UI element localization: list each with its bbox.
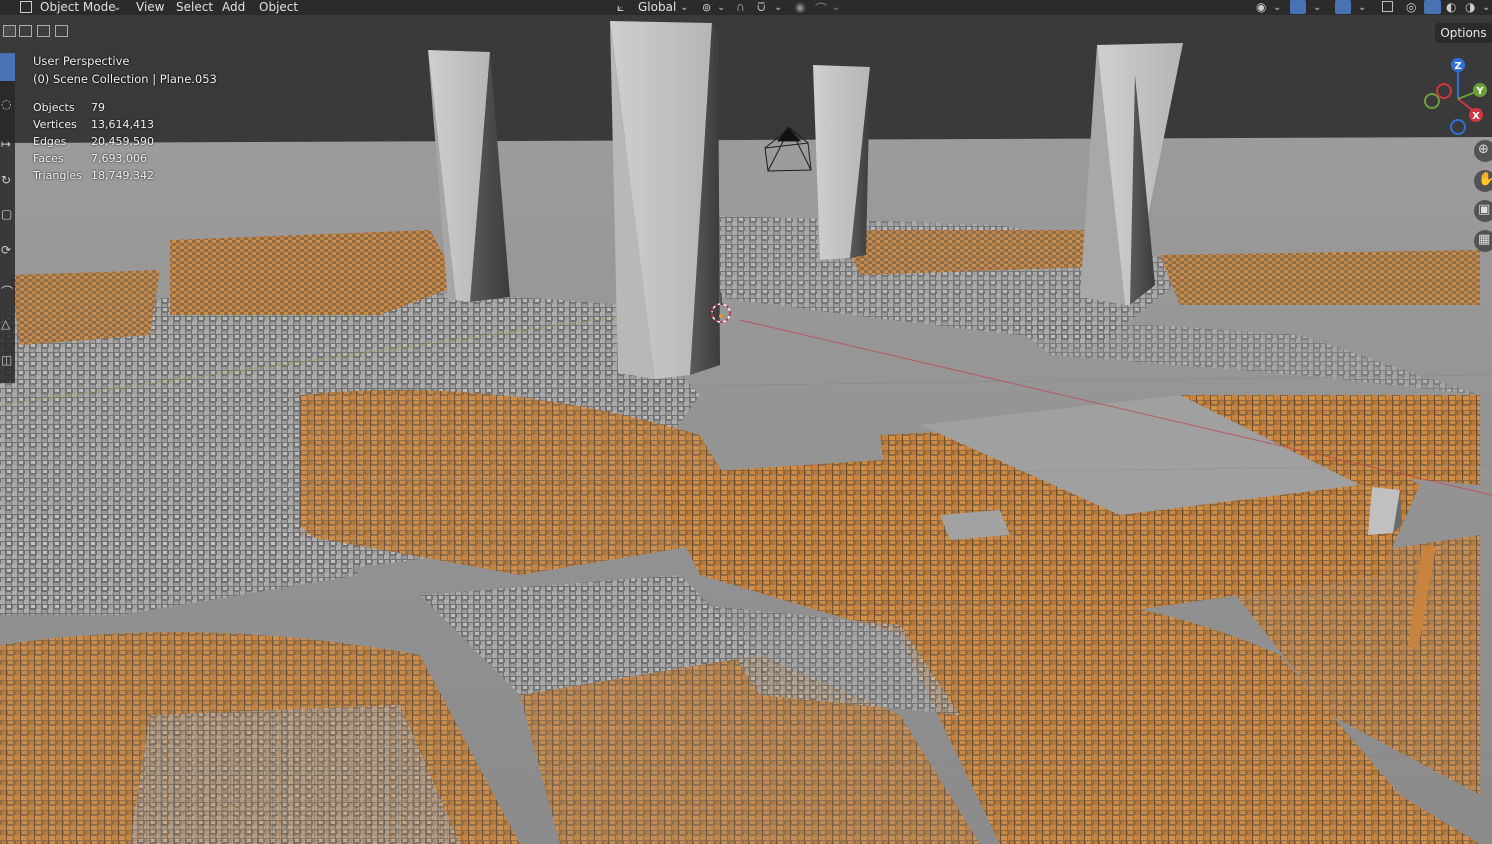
visibility-icon[interactable]: ◉ xyxy=(1256,0,1266,14)
navigation-gizmo[interactable]: Z X Y xyxy=(1418,53,1492,138)
pivot-icon[interactable]: ⊚ xyxy=(702,1,711,14)
select-invert-icon[interactable] xyxy=(55,25,68,37)
tower-3 xyxy=(813,65,870,260)
wireframe-shading-icon[interactable]: ◎ xyxy=(1406,0,1416,14)
stat-label: Vertices xyxy=(33,118,77,131)
stat-label: Edges xyxy=(33,135,67,148)
proportional-edit-icon[interactable]: ◉ xyxy=(795,0,805,14)
view-name: User Perspective xyxy=(33,54,130,68)
select-subtract-icon[interactable] xyxy=(37,25,50,37)
transform-orientation-icon: ⟀ xyxy=(617,0,625,14)
annotate-tool-icon[interactable]: ⌒ xyxy=(0,277,15,305)
chevron-down-icon: ⌄ xyxy=(832,2,841,13)
menu-select[interactable]: Select xyxy=(176,0,213,15)
measure-tool-icon[interactable]: △ xyxy=(0,311,15,339)
chevron-down-icon: ⌄ xyxy=(1358,2,1367,13)
selection-mode-group xyxy=(0,22,75,42)
z-axis-label: Z xyxy=(1454,61,1461,72)
transform-orientation-dropdown[interactable]: Global xyxy=(638,0,676,15)
select-new-icon[interactable] xyxy=(3,25,16,37)
scale-tool-icon[interactable]: ▢ xyxy=(0,201,15,229)
stat-label: Triangles xyxy=(33,169,82,182)
y-axis-label: Y xyxy=(1475,86,1484,97)
tower-2 xyxy=(610,21,720,379)
chevron-down-icon: ⌄ xyxy=(1482,2,1491,13)
rendered-shading-icon[interactable]: ◑ xyxy=(1465,0,1475,14)
select-box-tool-icon[interactable] xyxy=(0,53,15,81)
stat-label: Objects xyxy=(33,101,75,114)
x-axis-label: X xyxy=(1472,111,1480,122)
xray-icon[interactable] xyxy=(1382,1,1393,12)
material-shading-icon[interactable]: ◐ xyxy=(1446,0,1456,14)
chevron-down-icon: ⌄ xyxy=(680,2,689,13)
overlay-icon[interactable] xyxy=(1335,0,1351,14)
collection-info: (0) Scene Collection | Plane.053 xyxy=(33,72,217,86)
mode-dropdown[interactable]: Object Mode xyxy=(40,0,116,15)
rotate-tool-icon[interactable]: ↻ xyxy=(0,167,15,195)
small-tower-right xyxy=(1368,487,1402,535)
stat-value: 18,749,342 xyxy=(91,169,154,182)
chevron-down-icon: ⌄ xyxy=(774,2,783,13)
transform-tool-icon[interactable]: ⟳ xyxy=(0,237,15,265)
object-mode-icon xyxy=(20,1,32,13)
cursor-tool-icon[interactable]: ◌ xyxy=(0,91,15,119)
grid-icon[interactable]: ▦ xyxy=(1474,230,1492,252)
menu-object[interactable]: Object xyxy=(259,0,298,15)
stat-value: 13,614,413 xyxy=(91,118,154,131)
camera-icon[interactable]: ▣ xyxy=(1474,200,1492,222)
solid-shading-icon[interactable] xyxy=(1424,0,1441,14)
stat-value: 20,459,590 xyxy=(91,135,154,148)
move-tool-icon[interactable]: ↦ xyxy=(0,131,15,159)
tool-shelf: ◌ ↦ ↻ ▢ ⟳ ⌒ △ ◫ xyxy=(0,53,15,383)
chevron-down-icon: ⌄ xyxy=(1273,2,1282,13)
chevron-down-icon: ⌄ xyxy=(1313,2,1322,13)
viewport-header: Object Mode ⌄ View Select Add Object ⟀ G… xyxy=(0,0,1492,16)
add-cube-tool-icon[interactable]: ◫ xyxy=(0,347,15,375)
zoom-icon[interactable]: ⊕ xyxy=(1474,140,1492,162)
chevron-down-icon: ⌄ xyxy=(717,2,726,13)
gizmo-icon[interactable] xyxy=(1290,0,1306,14)
city-scene xyxy=(0,15,1492,844)
pan-hand-icon[interactable]: ✋ xyxy=(1474,170,1492,192)
stat-value: 7,693,006 xyxy=(91,152,147,165)
select-extend-icon[interactable] xyxy=(19,25,32,37)
snap-target-icon[interactable]: ⩂ xyxy=(757,0,765,15)
snap-icon[interactable]: ∩ xyxy=(736,0,745,14)
stat-value: 79 xyxy=(91,101,105,114)
options-button[interactable]: Options xyxy=(1435,23,1492,43)
stat-label: Faces xyxy=(33,152,64,165)
menu-add[interactable]: Add xyxy=(222,0,245,15)
menu-view[interactable]: View xyxy=(136,0,164,15)
3d-viewport[interactable]: User Perspective (0) Scene Collection | … xyxy=(0,15,1492,844)
chevron-down-icon: ⌄ xyxy=(113,2,122,13)
